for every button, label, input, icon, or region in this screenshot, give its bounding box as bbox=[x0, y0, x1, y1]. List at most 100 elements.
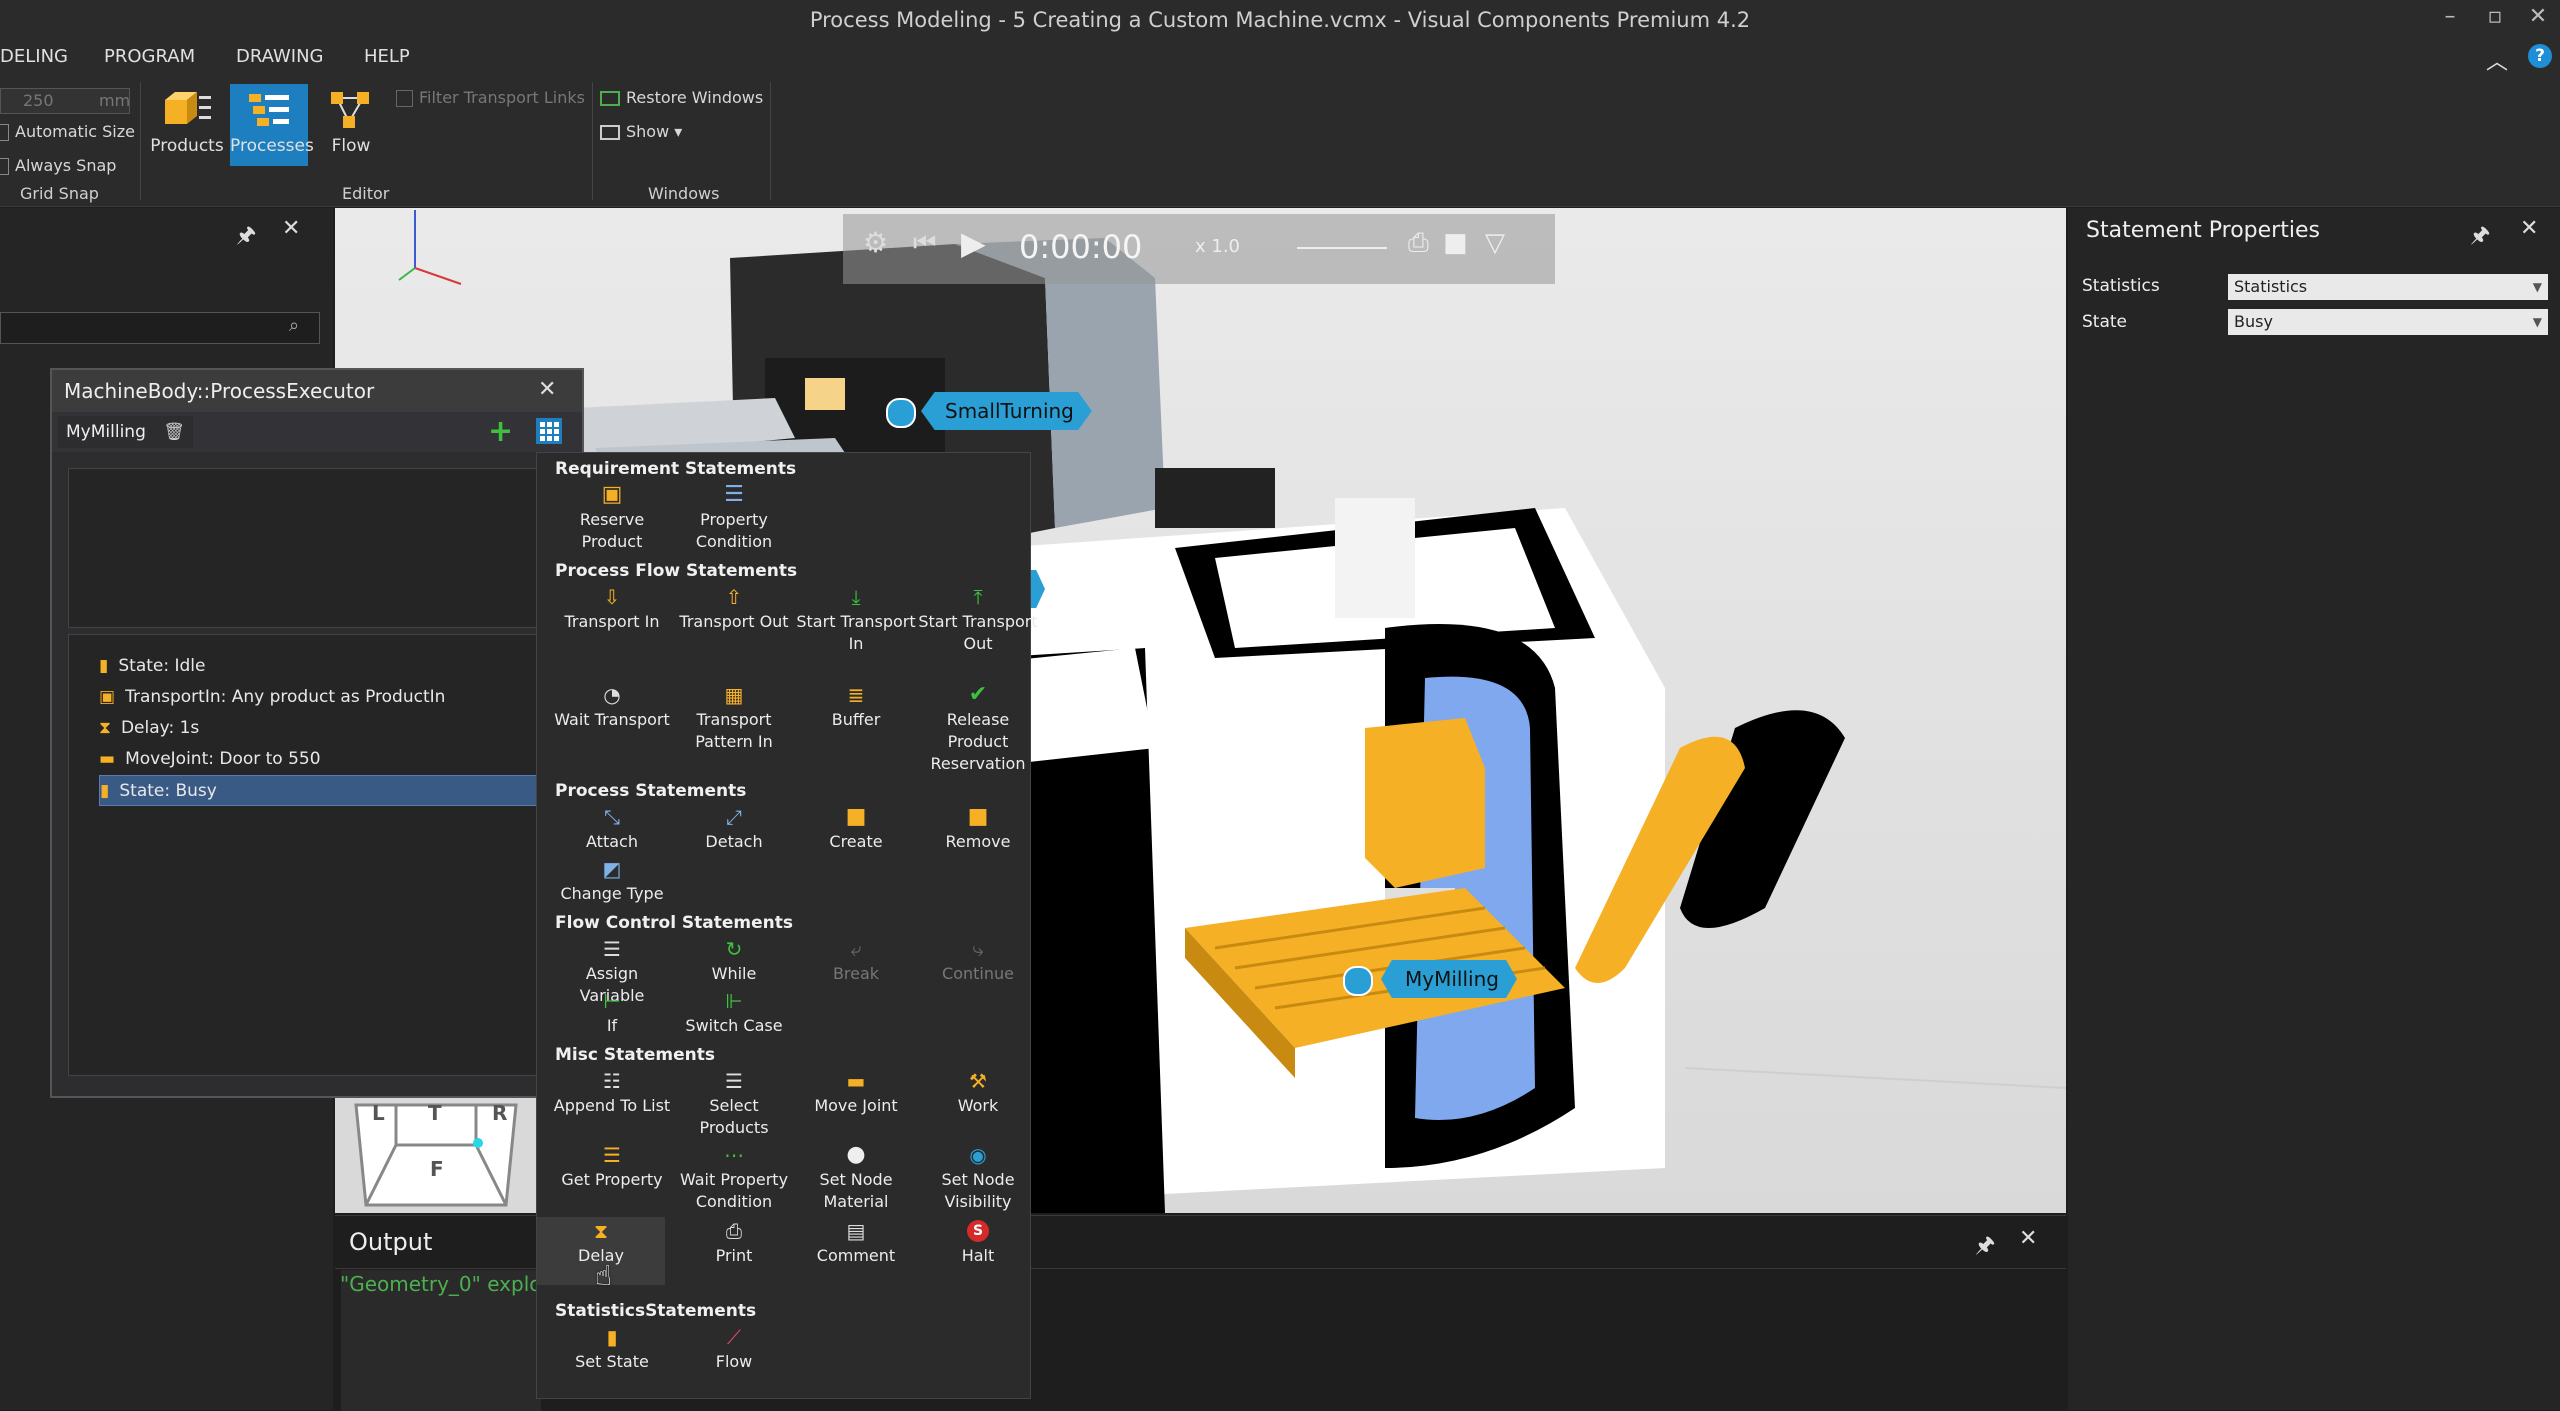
break-button[interactable]: ⤶ Break bbox=[795, 935, 917, 985]
continue-icon: ⤷ bbox=[972, 937, 984, 961]
pin-icon[interactable]: 🖈 bbox=[236, 218, 256, 256]
attach-button[interactable]: ⤡ Attach bbox=[551, 803, 673, 853]
wait-transport-button[interactable]: ◔ Wait Transport bbox=[551, 681, 673, 731]
small-turning-label[interactable]: SmallTurning bbox=[921, 392, 1092, 430]
process-tab-mymilling[interactable]: MyMilling 🗑 bbox=[58, 416, 193, 448]
set-state-button[interactable]: ▮ Set State bbox=[551, 1323, 673, 1373]
search-input[interactable]: ⌕ bbox=[0, 312, 320, 344]
close-panel-icon[interactable]: ✕ bbox=[2520, 216, 2538, 241]
restore-button[interactable]: ▫ bbox=[2475, 4, 2515, 29]
reset-icon[interactable]: ⏮ bbox=[913, 228, 936, 259]
close-panel-icon[interactable]: ✕ bbox=[2019, 1226, 2037, 1251]
flow-button[interactable]: Flow bbox=[312, 84, 390, 166]
append-to-list-button[interactable]: ☷ Append To List bbox=[551, 1067, 673, 1117]
release-product-reservation-button[interactable]: ✔ Release Product Reservation bbox=[917, 681, 1039, 775]
comment-icon: ▤ bbox=[846, 1219, 866, 1243]
property-condition-button[interactable]: ☰ Property Condition bbox=[673, 481, 795, 553]
statement-rows: ▮ State: Idle ▣ TransportIn: Any product a… bbox=[99, 651, 539, 806]
show-button[interactable]: Show ▾ bbox=[600, 122, 682, 141]
move-joint-button[interactable]: ▬ Move Joint bbox=[795, 1067, 917, 1117]
add-icon[interactable]: + bbox=[488, 414, 513, 449]
create-button[interactable]: ■ Create bbox=[795, 803, 917, 853]
nav-cube-right[interactable]: R bbox=[492, 1101, 507, 1125]
trash-icon[interactable]: 🗑 bbox=[163, 422, 185, 442]
statement-grid-icon[interactable] bbox=[536, 418, 562, 444]
get-property-button[interactable]: ☰ Get Property bbox=[551, 1141, 673, 1191]
close-panel-icon[interactable]: ✕ bbox=[282, 216, 300, 241]
menu-modeling[interactable]: DELING bbox=[0, 46, 68, 67]
help-icon[interactable]: ? bbox=[2528, 44, 2552, 68]
small-turning-node[interactable] bbox=[886, 398, 916, 428]
filter-transport-links-checkbox[interactable]: Filter Transport Links bbox=[396, 88, 585, 107]
search-icon[interactable]: ⌕ bbox=[289, 315, 299, 336]
navigation-cube[interactable]: L T R F bbox=[336, 1095, 536, 1213]
table-row[interactable]: ▮ State: Idle bbox=[99, 651, 539, 682]
table-row[interactable]: ▬ MoveJoint: Door to 550 bbox=[99, 744, 539, 775]
hourglass-icon: ⧗ bbox=[593, 1219, 609, 1243]
pdf-icon[interactable]: ⎙ bbox=[1408, 228, 1429, 259]
my-milling-label[interactable]: MyMilling bbox=[1381, 960, 1517, 998]
halt-button[interactable]: S Halt bbox=[917, 1217, 1039, 1267]
automatic-size-checkbox[interactable]: Automatic Size bbox=[0, 122, 135, 141]
wait-property-condition-button[interactable]: ⋯ Wait Property Condition bbox=[673, 1141, 795, 1213]
menu-drawing[interactable]: DRAWING bbox=[236, 46, 324, 67]
set-node-material-button[interactable]: ● Set Node Material bbox=[795, 1141, 917, 1213]
if-button[interactable]: ⊢ If bbox=[551, 987, 673, 1037]
flow-statistics-button[interactable]: ⟋ Flow bbox=[673, 1323, 795, 1373]
statement-label: TransportIn: Any product as ProductIn bbox=[125, 687, 446, 707]
close-window-icon[interactable]: ✕ bbox=[538, 377, 556, 402]
process-executor-titlebar[interactable]: MachineBody::ProcessExecutor ✕ bbox=[52, 370, 582, 412]
change-type-button[interactable]: ◩ Change Type bbox=[551, 855, 673, 905]
statistics-dropdown[interactable]: Statistics ▼ bbox=[2228, 274, 2548, 300]
speed-slider[interactable] bbox=[1297, 247, 1387, 249]
remove-button[interactable]: ■ Remove bbox=[917, 803, 1039, 853]
close-button[interactable]: ✕ bbox=[2518, 4, 2558, 29]
detach-button[interactable]: ⤢ Detach bbox=[673, 803, 795, 853]
products-button[interactable]: Products bbox=[148, 84, 226, 166]
buffer-button[interactable]: ≣ Buffer bbox=[795, 681, 917, 731]
play-icon[interactable]: ▶ bbox=[961, 224, 986, 262]
table-row[interactable]: ⧗ Delay: 1s bbox=[99, 713, 539, 744]
transport-out-button[interactable]: ⇧ Transport Out bbox=[673, 583, 795, 633]
menu-help[interactable]: HELP bbox=[364, 46, 410, 67]
minimize-button[interactable]: – bbox=[2430, 4, 2470, 29]
camera-icon[interactable]: ■ bbox=[1443, 228, 1468, 258]
table-row[interactable]: ▣ TransportIn: Any product as ProductIn bbox=[99, 682, 539, 713]
pin-icon[interactable]: 🖈 bbox=[2470, 218, 2490, 256]
nav-cube-front[interactable]: F bbox=[430, 1157, 444, 1181]
pin-icon[interactable]: 🖈 bbox=[1975, 1228, 1995, 1266]
start-transport-in-button[interactable]: ⤓ Start Transport In bbox=[795, 583, 917, 655]
my-milling-node[interactable] bbox=[1343, 966, 1373, 996]
menu-program[interactable]: PROGRAM bbox=[104, 46, 195, 67]
settings-icon[interactable]: ⚙ bbox=[863, 226, 888, 259]
always-snap-checkbox[interactable]: Always Snap bbox=[0, 156, 116, 175]
work-button[interactable]: ⚒ Work bbox=[917, 1067, 1039, 1117]
switch-case-button[interactable]: ⊩ Switch Case bbox=[673, 987, 795, 1037]
filter-icon[interactable]: ▽ bbox=[1485, 228, 1505, 258]
nav-cube-top[interactable]: T bbox=[428, 1101, 442, 1125]
processes-button[interactable]: Processes bbox=[230, 84, 314, 166]
comment-button[interactable]: ▤ Comment bbox=[795, 1217, 917, 1267]
state-value: Busy bbox=[2234, 312, 2273, 331]
loop-icon: ↻ bbox=[725, 937, 743, 961]
reserve-product-button[interactable]: ▣ Reserve Product bbox=[551, 481, 673, 553]
item-label: Continue bbox=[942, 964, 1014, 983]
grid-size-input[interactable]: 250 mm bbox=[0, 88, 130, 114]
start-transport-out-button[interactable]: ⤒ Start Transport Out bbox=[917, 583, 1039, 655]
collapse-ribbon-icon[interactable]: ︿ bbox=[2486, 44, 2508, 76]
windows-group-title: Windows bbox=[648, 184, 720, 203]
process-description-area[interactable] bbox=[68, 468, 568, 628]
table-row-selected[interactable]: ▮ State: Busy bbox=[99, 775, 539, 806]
statement-list[interactable]: ▮ State: Idle ▣ TransportIn: Any product a… bbox=[68, 634, 568, 1076]
transport-in-button[interactable]: ⇩ Transport In bbox=[551, 583, 673, 633]
transport-pattern-in-button[interactable]: ▦ Transport Pattern In bbox=[673, 681, 795, 753]
restore-windows-button[interactable]: Restore Windows bbox=[600, 88, 763, 107]
state-dropdown[interactable]: Busy ▼ bbox=[2228, 309, 2548, 335]
print-button[interactable]: ⎙ Print bbox=[673, 1217, 795, 1267]
continue-button[interactable]: ⤷ Continue bbox=[917, 935, 1039, 985]
while-button[interactable]: ↻ While bbox=[673, 935, 795, 985]
item-label: Attach bbox=[586, 832, 638, 851]
set-node-visibility-button[interactable]: ◉ Set Node Visibility bbox=[917, 1141, 1039, 1213]
select-products-button[interactable]: ☰ Select Products bbox=[673, 1067, 795, 1139]
nav-cube-left[interactable]: L bbox=[372, 1101, 385, 1125]
